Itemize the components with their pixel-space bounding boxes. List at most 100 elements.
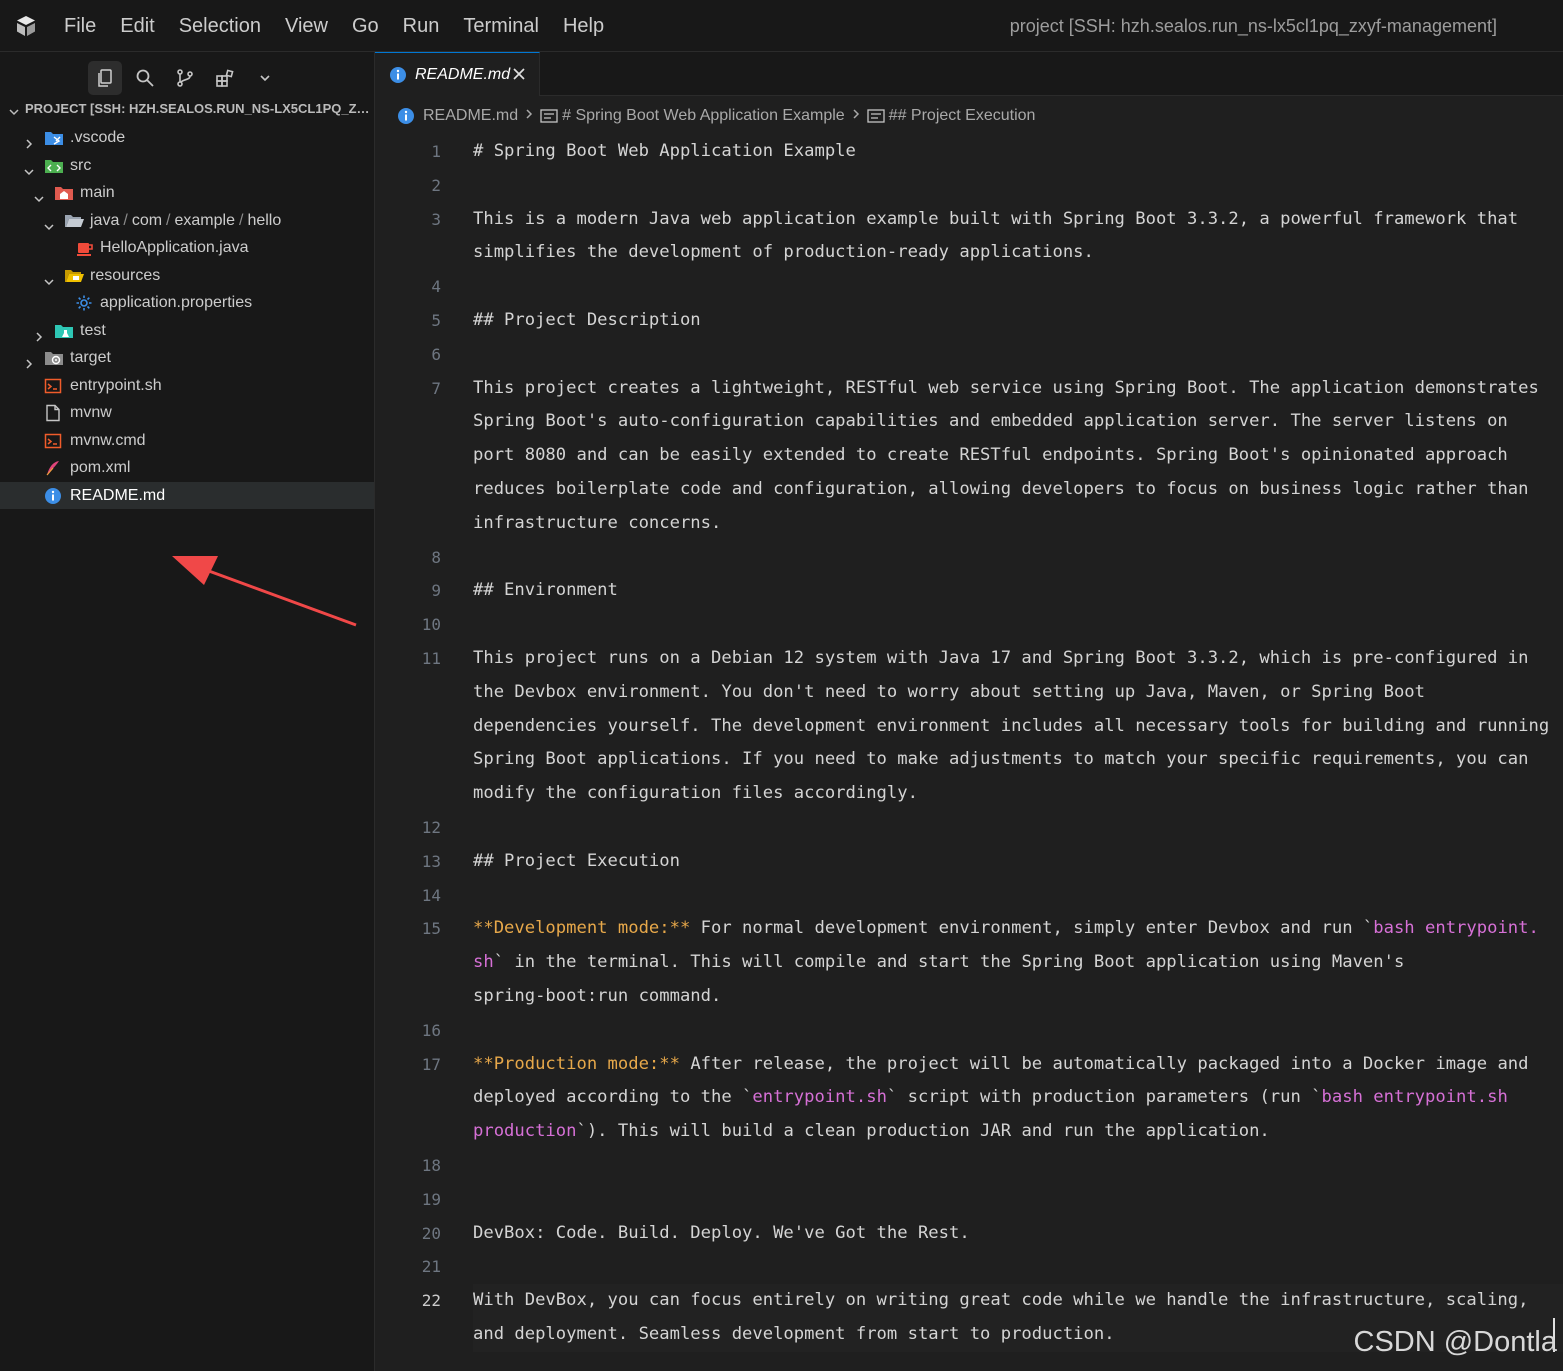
tree-item-entrypoint-sh[interactable]: entrypoint.sh bbox=[0, 372, 374, 400]
code-line: DevBox: Code. Build. Deploy. We've Got t… bbox=[473, 1222, 970, 1243]
tree-item-application-properties[interactable]: application.properties bbox=[0, 289, 374, 317]
tab-label: README.md bbox=[415, 66, 511, 83]
tree-item-label: java / com / example / hello bbox=[90, 211, 282, 229]
tree-item-src[interactable]: src bbox=[0, 152, 374, 180]
tree-item-helloapplication-java[interactable]: HelloApplication.java bbox=[0, 234, 374, 262]
tree-item-vscode[interactable]: .vscode bbox=[0, 124, 374, 152]
tree-item-label: main bbox=[80, 184, 115, 201]
source-control-icon[interactable] bbox=[168, 61, 202, 95]
info-icon bbox=[398, 108, 414, 124]
code-line: ## Environment bbox=[473, 580, 618, 601]
line-number: 8 bbox=[431, 547, 441, 567]
gear-icon bbox=[75, 294, 93, 312]
menu-run[interactable]: Run bbox=[391, 0, 452, 52]
java-file-icon bbox=[76, 239, 94, 257]
tree-item-main[interactable]: main bbox=[0, 179, 374, 207]
menu-help[interactable]: Help bbox=[551, 0, 616, 52]
explorer-section-header[interactable]: PROJECT [SSH: HZH.SEALOS.RUN_NS-LX5CL1PQ… bbox=[0, 98, 374, 120]
tree-item-label: pom.xml bbox=[70, 459, 131, 476]
search-icon[interactable] bbox=[128, 61, 162, 95]
code-line: spring-boot:run command. bbox=[473, 986, 722, 1006]
tree-item-mvnw-cmd[interactable]: mvnw.cmd bbox=[0, 427, 374, 455]
chevron-down-icon bbox=[8, 103, 20, 120]
tree-item-resources[interactable]: resources bbox=[0, 262, 374, 290]
symbol-string-icon bbox=[540, 109, 558, 123]
code-line: sh` in the terminal. This will compile a… bbox=[473, 946, 1553, 980]
app-logo-icon[interactable] bbox=[14, 14, 38, 38]
menu-edit[interactable]: Edit bbox=[108, 0, 166, 52]
code-line: modify the configuration files according… bbox=[473, 783, 918, 804]
code-line: dependencies yourself. The development e… bbox=[473, 715, 1550, 736]
breadcrumb-item-heading-1[interactable]: # Spring Boot Web Application Example bbox=[540, 107, 845, 125]
tree-item-pom-xml[interactable]: pom.xml bbox=[0, 454, 374, 482]
extensions-icon[interactable] bbox=[208, 61, 242, 95]
line-number: 19 bbox=[421, 1189, 441, 1209]
markdown-inline-code: sh bbox=[473, 952, 494, 973]
folder-open-icon bbox=[64, 212, 84, 230]
markdown-bold-text: **Production mode:** bbox=[473, 1053, 680, 1074]
chevron-down-icon bbox=[23, 160, 35, 175]
line-number: 18 bbox=[421, 1156, 441, 1175]
file-icon bbox=[44, 404, 62, 422]
line-number: 2 bbox=[431, 175, 441, 195]
line-number: 13 bbox=[421, 851, 441, 871]
breadcrumb-item-file[interactable]: README.md bbox=[397, 107, 518, 125]
line-number: 21 bbox=[421, 1257, 441, 1277]
code-text: After release, the project will be autom… bbox=[679, 1053, 1529, 1074]
line-number: 20 bbox=[421, 1223, 441, 1243]
watermark: CSDN @Dontla bbox=[1353, 1326, 1558, 1358]
chevron-right-icon bbox=[851, 107, 861, 125]
line-number: 6 bbox=[431, 344, 441, 364]
code-line: ## Project Description bbox=[473, 310, 701, 330]
close-icon[interactable] bbox=[512, 67, 526, 86]
line-number: 15 bbox=[421, 919, 441, 939]
tree-item-test[interactable]: test bbox=[0, 317, 374, 345]
src-folder-icon bbox=[44, 157, 63, 175]
sidebar-view-switcher bbox=[88, 60, 288, 96]
code-line: This project creates a lightweight, REST… bbox=[473, 377, 1539, 398]
breadcrumb: README.md # Spring Boot Web Application … bbox=[397, 102, 1035, 130]
chevron-right-icon bbox=[23, 132, 35, 149]
menu-view[interactable]: View bbox=[273, 0, 340, 52]
info-icon bbox=[389, 66, 407, 89]
explorer-icon[interactable] bbox=[88, 61, 122, 95]
code-line: **Development mode:** For normal develop… bbox=[473, 912, 1553, 946]
tree-item-java-package[interactable]: java / com / example / hello bbox=[0, 207, 374, 235]
path-segment: java bbox=[90, 211, 120, 229]
breadcrumb-label: README.md bbox=[423, 107, 519, 124]
menu-terminal[interactable]: Terminal bbox=[451, 0, 551, 52]
line-number: 3 bbox=[431, 209, 441, 229]
chevron-down-icon[interactable] bbox=[248, 61, 282, 95]
line-number: 9 bbox=[431, 581, 441, 601]
code-line: **Production mode:** After release, the … bbox=[473, 1048, 1553, 1082]
maven-feather-icon bbox=[44, 459, 62, 477]
line-number: 11 bbox=[421, 649, 441, 668]
code-line: # Spring Boot Web Application Example bbox=[473, 141, 856, 161]
markdown-inline-code: production bbox=[473, 1121, 577, 1142]
line-number: 4 bbox=[431, 277, 441, 297]
window-title: project [SSH: hzh.sealos.run_ns-lx5cl1pq… bbox=[1009, 16, 1497, 36]
line-number: 16 bbox=[421, 1020, 441, 1040]
line-number: 14 bbox=[421, 885, 441, 905]
path-segment: com bbox=[131, 211, 163, 229]
tree-item-label: entrypoint.sh bbox=[70, 376, 162, 394]
target-folder-icon bbox=[44, 349, 63, 367]
tab-readme-md[interactable]: README.md bbox=[375, 52, 540, 96]
chevron-right-icon bbox=[33, 325, 45, 342]
markdown-inline-code: entrypoint.sh bbox=[752, 1087, 887, 1108]
menu-selection[interactable]: Selection bbox=[167, 0, 273, 52]
title-bar: File Edit Selection View Go Run Terminal… bbox=[0, 0, 1563, 52]
tree-item-target[interactable]: target bbox=[0, 344, 374, 372]
breadcrumb-item-heading-2[interactable]: ## Project Execution bbox=[867, 107, 1035, 125]
editor-tab-bar: README.md bbox=[375, 52, 1563, 96]
menu-go[interactable]: Go bbox=[340, 0, 391, 52]
info-icon bbox=[44, 487, 62, 505]
code-line: the Devbox environment. You don't need t… bbox=[473, 681, 1425, 702]
tree-item-mvnw[interactable]: mvnw bbox=[0, 399, 374, 427]
chevron-right-icon bbox=[524, 107, 534, 125]
tree-item-readme-md[interactable]: README.md bbox=[0, 481, 374, 509]
code-text: ` in the terminal. This will compile and… bbox=[493, 952, 1405, 973]
explorer-project-title: PROJECT [SSH: HZH.SEALOS.RUN_NS-LX5CL1PQ… bbox=[25, 101, 373, 116]
menu-file[interactable]: File bbox=[52, 0, 108, 52]
line-number: 22 bbox=[421, 1291, 441, 1311]
